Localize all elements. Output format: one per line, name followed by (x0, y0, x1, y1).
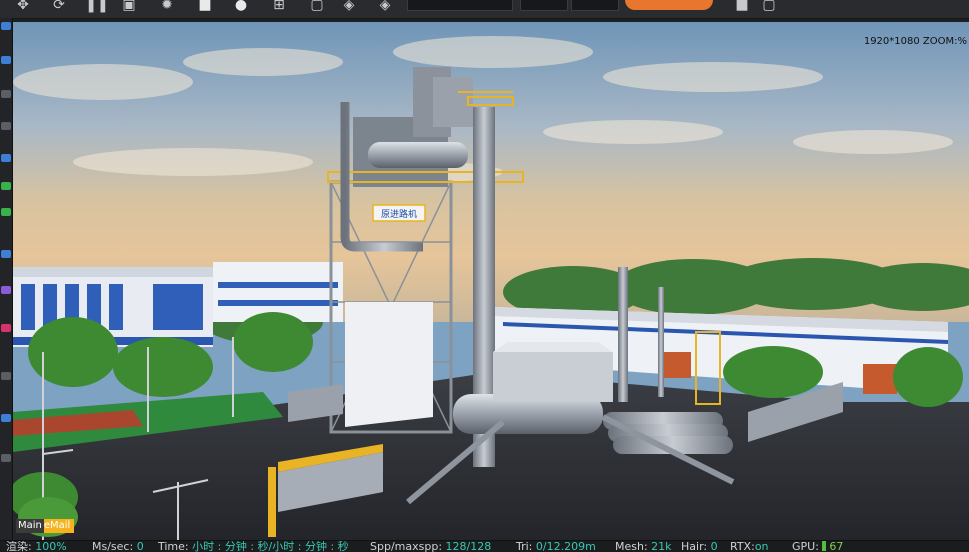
time-status: Time: 小时 : 分钟 : 秒/小时 : 分钟 : 秒 (158, 540, 349, 552)
snapshot-icon[interactable]: ■ (733, 0, 751, 14)
add-icon[interactable]: ⊞ (270, 0, 288, 14)
resolution-zoom-label: 1920*1080 ZOOM:% (863, 36, 967, 47)
sphere-icon[interactable]: ● (232, 0, 250, 14)
plant-sign-text: 原进路机 (381, 208, 417, 220)
render-status: 渲染: 100% (6, 540, 67, 552)
light-icon[interactable]: ◈ (340, 0, 358, 14)
toolbar-field-1[interactable] (407, 0, 513, 11)
tab-email[interactable]: eMail (43, 519, 75, 533)
render-button[interactable] (625, 0, 713, 10)
hair-value: 0 (710, 540, 718, 552)
tool-icon[interactable] (1, 250, 11, 258)
gear-icon[interactable]: ✹ (158, 0, 176, 14)
tool-icon[interactable] (1, 90, 11, 98)
box-icon[interactable]: ▢ (308, 0, 326, 14)
tri-value: 0/12.209m (535, 540, 596, 552)
left-tool-strip (0, 18, 13, 540)
render-value: 100% (35, 540, 67, 552)
pause-icon[interactable]: ❚❚ (85, 0, 108, 14)
tool-icon[interactable] (1, 154, 11, 162)
tri-status: Tri: 0/12.209m (516, 540, 596, 552)
toolbar: ✥ ⟳ ❚❚ ▣ ✹ ■ ● ⊞ ▢ ◈ ◈ ■ ▢ (0, 0, 969, 19)
mesh-value: 21k (651, 540, 672, 552)
rtx-status: RTX:on (730, 540, 769, 552)
tool-icon[interactable] (1, 56, 11, 64)
bulb-icon[interactable]: ◈ (376, 0, 394, 14)
tool-icon[interactable] (1, 324, 11, 332)
spp-label: Spp/maxspp: (370, 540, 443, 552)
toolbar-field-2[interactable] (520, 0, 568, 11)
tab-main[interactable]: Main (16, 519, 44, 533)
rtx-label: RTX: (730, 540, 755, 552)
tool-icon[interactable] (1, 414, 11, 422)
toolbar-field-3[interactable] (571, 0, 619, 11)
tool-icon[interactable] (1, 182, 11, 190)
gpu-label: GPU: (792, 540, 819, 552)
spp-status: Spp/maxspp: 128/128 (370, 540, 492, 552)
status-bar: 渲染: 100% Ms/sec: 0 Time: 小时 : 分钟 : 秒/小时 … (0, 540, 969, 552)
tri-label: Tri: (516, 540, 533, 552)
ms-label: Ms/sec: (92, 540, 134, 552)
gpu-usage-bar (821, 541, 826, 551)
tool-icon[interactable] (1, 122, 11, 130)
ms-status: Ms/sec: 0 (92, 540, 144, 552)
tool-icon[interactable] (1, 22, 11, 30)
rendered-scene: 原进路机 (13, 22, 969, 540)
render-label: 渲染: (6, 540, 32, 552)
gpu-status: GPU: 67 (792, 540, 844, 552)
move-icon[interactable]: ✥ (14, 0, 32, 14)
tool-icon[interactable] (1, 372, 11, 380)
material-icon[interactable]: ■ (196, 0, 214, 14)
viewport-tabs: Main eMail (16, 519, 75, 533)
refresh-icon[interactable]: ⟳ (50, 0, 68, 14)
mesh-status: Mesh: 21k (615, 540, 672, 552)
spp-value: 128/128 (445, 540, 492, 552)
tool-icon[interactable] (1, 454, 11, 462)
tool-icon[interactable] (1, 286, 11, 294)
camera-icon[interactable]: ▣ (120, 0, 138, 14)
mesh-label: Mesh: (615, 540, 648, 552)
time-label: Time: (158, 540, 189, 552)
time-value: 小时 : 分钟 : 秒/小时 : 分钟 : 秒 (192, 540, 349, 552)
hair-label: Hair: (681, 540, 708, 552)
tool-icon[interactable] (1, 208, 11, 216)
ms-value: 0 (136, 540, 144, 552)
hair-status: Hair: 0 (681, 540, 718, 552)
rtx-value: on (754, 540, 769, 552)
render-viewport[interactable]: 原进路机 1920*1080 ZOOM:% (13, 22, 969, 540)
gpu-value: 67 (829, 540, 844, 552)
window-icon[interactable]: ▢ (760, 0, 778, 14)
